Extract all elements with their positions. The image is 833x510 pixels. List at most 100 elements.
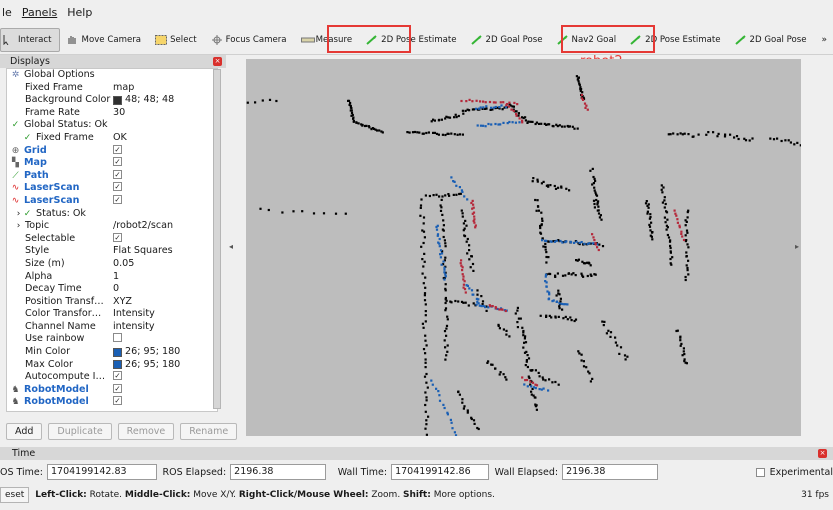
tool-move-camera[interactable]: Move Camera: [60, 28, 149, 52]
display-row[interactable]: ▚ Map ✓: [7, 157, 217, 170]
checkbox[interactable]: ✓: [113, 182, 122, 192]
display-row[interactable]: Background Color 48; 48; 48: [7, 94, 217, 107]
collapse-left-icon[interactable]: ◂: [229, 242, 233, 251]
scan-point: [361, 123, 364, 127]
display-row[interactable]: ⊕ Grid ✓: [7, 144, 217, 158]
wall-elapsed-field[interactable]: 2196.38: [562, 464, 658, 480]
checkbox[interactable]: [113, 333, 122, 343]
display-row-value[interactable]: OK: [113, 132, 127, 145]
experimental-checkbox[interactable]: [755, 467, 765, 477]
display-row-value[interactable]: map: [113, 82, 134, 95]
display-row[interactable]: › Topic/robot2/scan: [7, 220, 217, 233]
color-swatch[interactable]: [113, 95, 122, 105]
menu-panels[interactable]: Panels: [22, 6, 57, 19]
render-viewport[interactable]: [246, 59, 801, 436]
menu-file[interactable]: le: [2, 6, 12, 19]
display-row-value[interactable]: 30: [113, 107, 125, 120]
display-row-value[interactable]: 48; 48; 48: [113, 94, 174, 107]
ros-elapsed-field[interactable]: 2196.38: [230, 464, 326, 480]
display-row-value[interactable]: 26; 95; 180: [113, 346, 180, 359]
tool-select[interactable]: Select: [148, 28, 204, 52]
toolbar-overflow-icon[interactable]: »: [821, 35, 833, 45]
collapse-right-icon[interactable]: ▸: [795, 242, 799, 251]
display-row-value[interactable]: Flat Squares: [113, 245, 173, 258]
display-row-value[interactable]: [113, 333, 125, 343]
scan-point: [504, 376, 507, 379]
display-row[interactable]: Size (m) 0.05: [7, 258, 217, 271]
ros-time-field[interactable]: 1704199142.83: [46, 464, 157, 480]
color-swatch[interactable]: [113, 360, 122, 370]
add-button[interactable]: Add: [6, 423, 43, 440]
display-row[interactable]: Min Color 26; 95; 180: [7, 346, 217, 359]
displays-scrollbar[interactable]: [212, 55, 222, 412]
display-row[interactable]: ♞ RobotModel ✓: [7, 383, 217, 397]
display-row[interactable]: ✲ Global Options: [7, 69, 217, 82]
remove-button[interactable]: Remove: [117, 423, 175, 440]
checkbox[interactable]: ✓: [113, 396, 122, 406]
menu-help[interactable]: Help: [67, 6, 92, 19]
tool-2d-goal-pose-robot2[interactable]: 2D Goal Pose: [728, 28, 814, 52]
display-row[interactable]: ♞ RobotModel ✓: [7, 396, 217, 409]
scan-point: [568, 125, 571, 128]
display-row[interactable]: › ✓ Status: Ok: [7, 208, 217, 221]
rename-button[interactable]: Rename: [180, 423, 238, 440]
display-row-value[interactable]: 1: [113, 271, 119, 284]
tool-label: 2D Pose Estimate: [645, 34, 721, 45]
scan-point: [518, 121, 521, 124]
display-row[interactable]: ✓ Global Status: Ok: [7, 119, 217, 132]
scan-point: [350, 111, 354, 114]
close-icon[interactable]: ×: [818, 449, 827, 458]
display-row-value[interactable]: ✓: [113, 232, 125, 242]
display-row[interactable]: Position Transf… XYZ: [7, 296, 217, 309]
checkbox[interactable]: ✓: [113, 232, 122, 242]
display-row[interactable]: Max Color 26; 95; 180: [7, 359, 217, 372]
display-row-value[interactable]: ✓: [113, 371, 125, 381]
tool-focus-camera[interactable]: Focus Camera: [204, 28, 294, 52]
display-row-value[interactable]: ✓: [113, 194, 125, 204]
display-row[interactable]: ∿ LaserScan ✓: [7, 194, 217, 208]
display-row[interactable]: ∿ LaserScan ✓: [7, 182, 217, 195]
display-row[interactable]: Channel Name intensity: [7, 321, 217, 334]
checkbox[interactable]: ✓: [113, 194, 122, 204]
display-row[interactable]: Selectable ✓: [7, 232, 217, 246]
display-row[interactable]: Fixed Frame map: [7, 82, 217, 95]
display-row[interactable]: Style Flat Squares: [7, 245, 217, 258]
checkbox[interactable]: ✓: [113, 157, 122, 167]
display-row[interactable]: Autocompute I… ✓: [7, 371, 217, 384]
display-row-value[interactable]: XYZ: [113, 296, 132, 309]
duplicate-button[interactable]: Duplicate: [48, 423, 112, 440]
display-row[interactable]: Frame Rate 30: [7, 107, 217, 120]
scrollbar-thumb[interactable]: [213, 69, 221, 409]
display-row-value[interactable]: ✓: [113, 169, 125, 179]
checkbox[interactable]: ✓: [113, 371, 122, 381]
display-row-value[interactable]: Intensity: [113, 308, 155, 321]
display-row-value[interactable]: 0.05: [113, 258, 134, 271]
wall-time-field[interactable]: 1704199142.86: [391, 464, 489, 480]
display-row[interactable]: Decay Time 0: [7, 283, 217, 296]
display-row-value[interactable]: 26; 95; 180: [113, 359, 180, 372]
expand-arrow-icon[interactable]: ›: [13, 220, 24, 233]
display-row-value[interactable]: intensity: [113, 321, 155, 334]
display-row-value[interactable]: ✓: [113, 396, 125, 406]
display-row-value[interactable]: ✓: [113, 383, 125, 393]
display-row-value[interactable]: ✓: [113, 182, 125, 192]
reset-button[interactable]: eset: [0, 487, 30, 503]
color-swatch[interactable]: [113, 347, 122, 357]
tool-2d-goal-pose[interactable]: 2D Goal Pose: [464, 28, 550, 52]
display-row[interactable]: Alpha 1: [7, 271, 217, 284]
display-row[interactable]: ⟋ Path ✓: [7, 169, 217, 183]
display-row[interactable]: Use rainbow: [7, 333, 217, 346]
display-row-value[interactable]: /robot2/scan: [113, 220, 173, 233]
display-row[interactable]: Color Transfor… Intensity: [7, 308, 217, 321]
checkbox[interactable]: ✓: [113, 169, 122, 179]
display-row-value[interactable]: ✓: [113, 157, 125, 167]
check-icon: ✓: [23, 132, 32, 143]
tool-interact[interactable]: Interact: [0, 27, 60, 52]
display-row[interactable]: ✓ Fixed Frame OK: [7, 132, 217, 145]
scan-point: [463, 195, 466, 198]
checkbox[interactable]: ✓: [113, 383, 122, 393]
display-row-value[interactable]: 0: [113, 283, 119, 296]
checkbox[interactable]: ✓: [113, 144, 122, 154]
display-row-value[interactable]: ✓: [113, 144, 125, 154]
scan-point: [475, 303, 478, 306]
